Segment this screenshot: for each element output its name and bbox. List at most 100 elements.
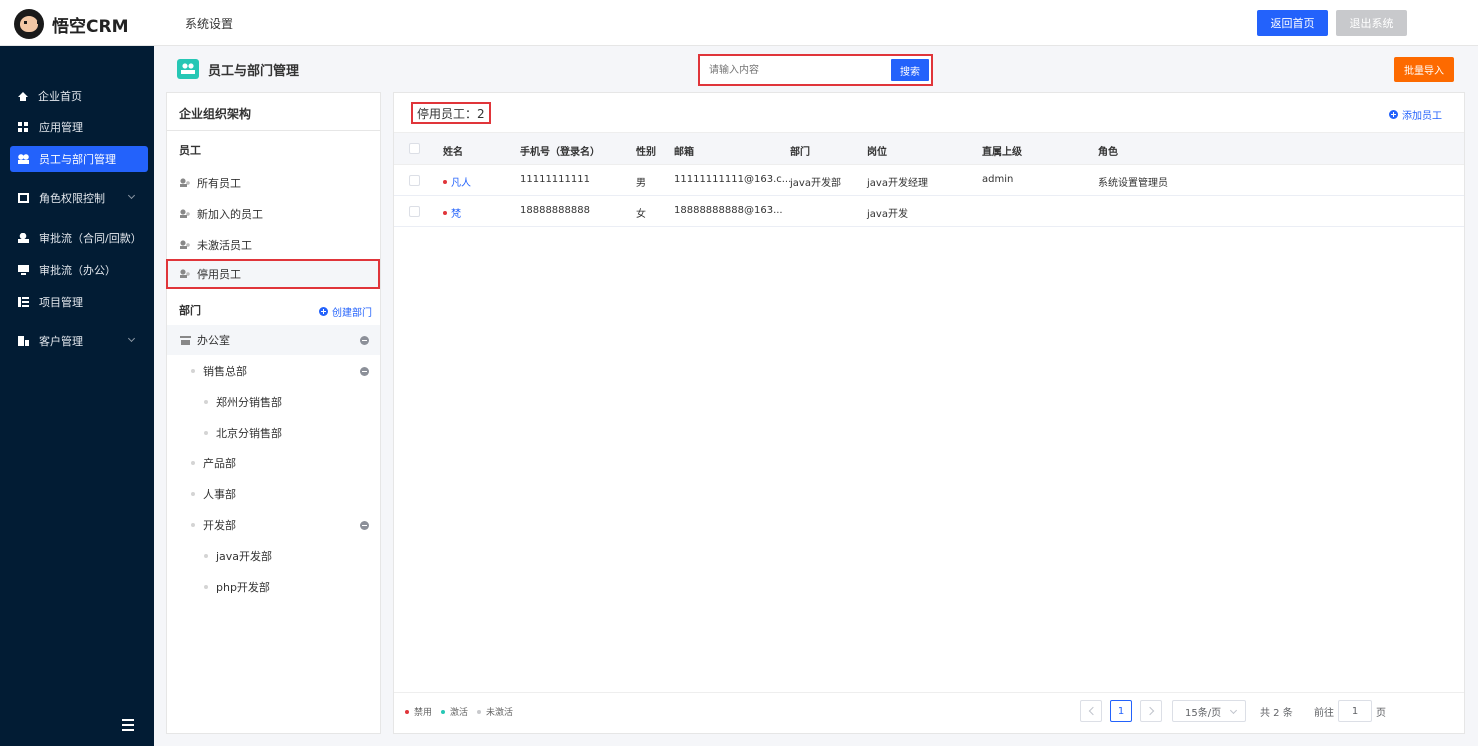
next-page-button[interactable] [1140,700,1162,722]
dot-icon [191,492,195,496]
sidebar-item-label: 客户管理 [39,335,83,348]
add-employee-button[interactable]: 添加员工 [1389,107,1442,122]
org-panel: 企业组织架构 员工 所有员工 新加入的员工 未激活员工 停用员工 部门 创建部门… [166,92,381,734]
gender-cell: 女 [636,209,646,220]
dept-item[interactable]: 人事部 [167,479,380,509]
dept-item[interactable]: java开发部 [167,541,380,571]
column-header[interactable]: 性别 [636,143,656,158]
column-header[interactable]: 岗位 [867,143,887,158]
sidebar-item-approval-contract[interactable]: 审批流（合同/回款） [10,225,148,251]
dept-label: 郑州分销售部 [216,396,282,409]
legend-label: 未激活 [486,708,514,718]
goto-page-input[interactable]: 1 [1338,700,1372,722]
filter-label: 所有员工 [197,177,241,190]
dept-item[interactable]: 办公室 [167,325,380,355]
org-title: 企业组织架构 [179,107,252,121]
dot-icon [204,400,208,404]
section-header: 员工与部门管理 [166,54,299,84]
column-header[interactable]: 手机号（登录名） [520,143,600,158]
prev-page-button[interactable] [1080,700,1102,722]
batch-import-button[interactable]: 批量导入 [1394,57,1454,82]
sidebar-item-approval-office[interactable]: 审批流（办公） [10,257,148,283]
column-header[interactable]: 部门 [790,143,810,158]
create-dept-button[interactable]: 创建部门 [319,304,372,319]
search-input[interactable] [703,59,891,81]
column-header[interactable]: 姓名 [443,143,463,158]
filter-label: 停用员工 [197,268,241,281]
divider [167,130,380,131]
column-header[interactable]: 邮箱 [674,143,694,158]
logo[interactable]: 悟空CRM [14,9,128,39]
dept-item[interactable]: 开发部 [167,510,380,540]
home-button[interactable]: 返回首页 [1257,10,1328,36]
page-size-value: 15条/页 [1185,707,1222,719]
page-size-select[interactable]: 15条/页 [1172,700,1246,722]
sidebar-item-apps[interactable]: 应用管理 [10,114,148,140]
collapse-toggle-icon[interactable] [360,336,369,345]
dept-label: 人事部 [203,488,236,501]
dot-icon [191,461,195,465]
status-dot [443,210,447,215]
dept-cell: java开发部 [790,178,841,189]
dept-label: 产品部 [203,457,236,470]
user-icon [180,269,190,279]
post-cell: java开发 [867,209,908,220]
status-dot [405,709,409,714]
employee-name-link[interactable]: 梵 [443,205,461,220]
dot-icon [191,523,195,527]
dept-label: java开发部 [216,550,273,563]
dot-icon [191,369,195,373]
page-unit-label: 页 [1376,708,1386,719]
dept-item[interactable]: 郑州分销售部 [167,387,380,417]
filter-all-employees[interactable]: 所有员工 [167,169,380,197]
user-icon [180,178,190,188]
logo-text: 悟空CRM [52,16,129,37]
dept-item[interactable]: 北京分销售部 [167,418,380,448]
column-header[interactable]: 角色 [1098,143,1118,158]
collapse-toggle-icon[interactable] [360,521,369,530]
person-icon [18,233,29,243]
dept-item[interactable]: 产品部 [167,448,380,478]
phone-cell: 18888888888 [520,205,590,216]
people-icon [18,154,29,164]
dept-label: 北京分销售部 [216,427,282,440]
dept-label: 开发部 [203,519,236,532]
filter-label: 未激活员工 [197,239,252,252]
monitor-icon [18,265,29,275]
row-checkbox[interactable] [409,206,420,217]
plus-circle-icon [1389,110,1398,119]
legend-item: 未激活 [477,705,513,718]
select-all-checkbox[interactable] [409,143,420,154]
sidebar-item-label: 企业首页 [38,90,82,103]
filter-inactive-employees[interactable]: 未激活员工 [167,231,380,259]
status-legend: 禁用 激活 未激活 [405,705,522,718]
dept-label: 办公室 [197,334,230,347]
dept-item[interactable]: php开发部 [167,572,380,602]
chevron-down-icon [127,191,136,200]
sidebar-item-label: 审批流（办公） [39,264,116,277]
chevron-down-icon [1229,706,1238,715]
sidebar-item-employees[interactable]: 员工与部门管理 [10,146,148,172]
dept-item[interactable]: 销售总部 [167,356,380,386]
collapse-toggle-icon[interactable] [360,367,369,376]
exit-button[interactable]: 退出系统 [1336,10,1407,36]
search-button[interactable]: 搜索 [891,59,929,81]
legend-label: 禁用 [414,708,433,718]
page-number-button[interactable]: 1 [1110,700,1132,722]
employee-section-title: 员工 [179,144,201,157]
sidebar-item-home[interactable]: 企业首页 [10,83,148,109]
status-dot [441,709,446,714]
sidebar-item-roles[interactable]: 角色权限控制 [10,185,148,211]
row-checkbox[interactable] [409,175,420,186]
sidebar-item-projects[interactable]: 项目管理 [10,289,148,315]
disabled-count-label: 停用员工：2 [411,102,491,124]
legend-item: 激活 [441,705,468,718]
filter-new-employees[interactable]: 新加入的员工 [167,200,380,228]
sidebar-item-customers[interactable]: 客户管理 [10,328,148,354]
table-row[interactable]: 梵 18888888888 女 18888888888@163... java开… [394,196,1464,227]
employee-name-link[interactable]: 凡人 [443,174,471,189]
table-row[interactable]: 凡人 11111111111 男 11111111111@163.c... ja… [394,165,1464,196]
filter-disabled-employees[interactable]: 停用员工 [166,259,380,289]
collapse-menu-icon[interactable] [122,719,138,731]
column-header[interactable]: 直属上级 [982,143,1022,158]
